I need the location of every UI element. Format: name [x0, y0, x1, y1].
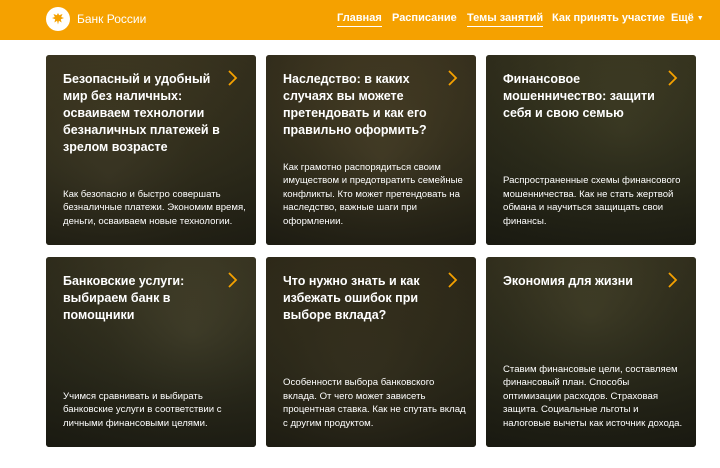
card-title: Наследство: в каких случаях вы можете пр…	[283, 72, 427, 137]
nav-more-label: Ещё	[671, 12, 694, 24]
chevron-right-icon	[668, 70, 678, 86]
card-description: Ставим финансовые цели, составляем финан…	[503, 363, 683, 429]
card-title: Что нужно знать и как избежать ошибок пр…	[283, 274, 420, 322]
nav-item-schedule[interactable]: Расписание	[392, 11, 457, 25]
chevron-right-icon	[228, 70, 238, 86]
topic-card-deposit[interactable]: Что нужно знать и как избежать ошибок пр…	[266, 257, 476, 447]
topic-card-fraud[interactable]: Финансовое мошенничество: защити себя и …	[486, 55, 696, 245]
nav-item-participate[interactable]: Как принять участие	[552, 11, 665, 25]
card-title: Финансовое мошенничество: защити себя и …	[503, 72, 655, 120]
main-nav: Главная Расписание Темы занятий Как прин…	[0, 11, 720, 31]
card-title: Безопасный и удобный мир без наличных: о…	[63, 72, 220, 154]
card-title: Банковские услуги: выбираем банк в помощ…	[63, 274, 185, 322]
card-description: Как грамотно распорядиться своим имущест…	[283, 161, 463, 227]
caret-down-icon: ▼	[696, 15, 704, 22]
topic-card-inheritance[interactable]: Наследство: в каких случаях вы можете пр…	[266, 55, 476, 245]
nav-item-topics[interactable]: Темы занятий	[467, 11, 544, 27]
chevron-right-icon	[448, 272, 458, 288]
topic-card-banking-services[interactable]: Банковские услуги: выбираем банк в помощ…	[46, 257, 256, 447]
card-title: Экономия для жизни	[503, 274, 633, 288]
card-description: Особенности выбора банковского вклада. О…	[283, 377, 466, 429]
chevron-right-icon	[228, 272, 238, 288]
chevron-right-icon	[668, 272, 678, 288]
card-description: Как безопасно и быстро совершать безнали…	[63, 188, 246, 227]
chevron-right-icon	[448, 70, 458, 86]
nav-item-more[interactable]: Ещё ▼	[671, 11, 704, 26]
card-description: Распространенные схемы финансового мошен…	[503, 175, 681, 227]
topic-card-cashless[interactable]: Безопасный и удобный мир без наличных: о…	[46, 55, 256, 245]
nav-item-home[interactable]: Главная	[337, 11, 382, 27]
topic-card-savings[interactable]: Экономия для жизни Ставим финансовые цел…	[486, 257, 696, 447]
top-header: Банк России Главная Расписание Темы заня…	[0, 0, 720, 40]
card-description: Учимся сравнивать и выбирать банковские …	[63, 390, 222, 429]
